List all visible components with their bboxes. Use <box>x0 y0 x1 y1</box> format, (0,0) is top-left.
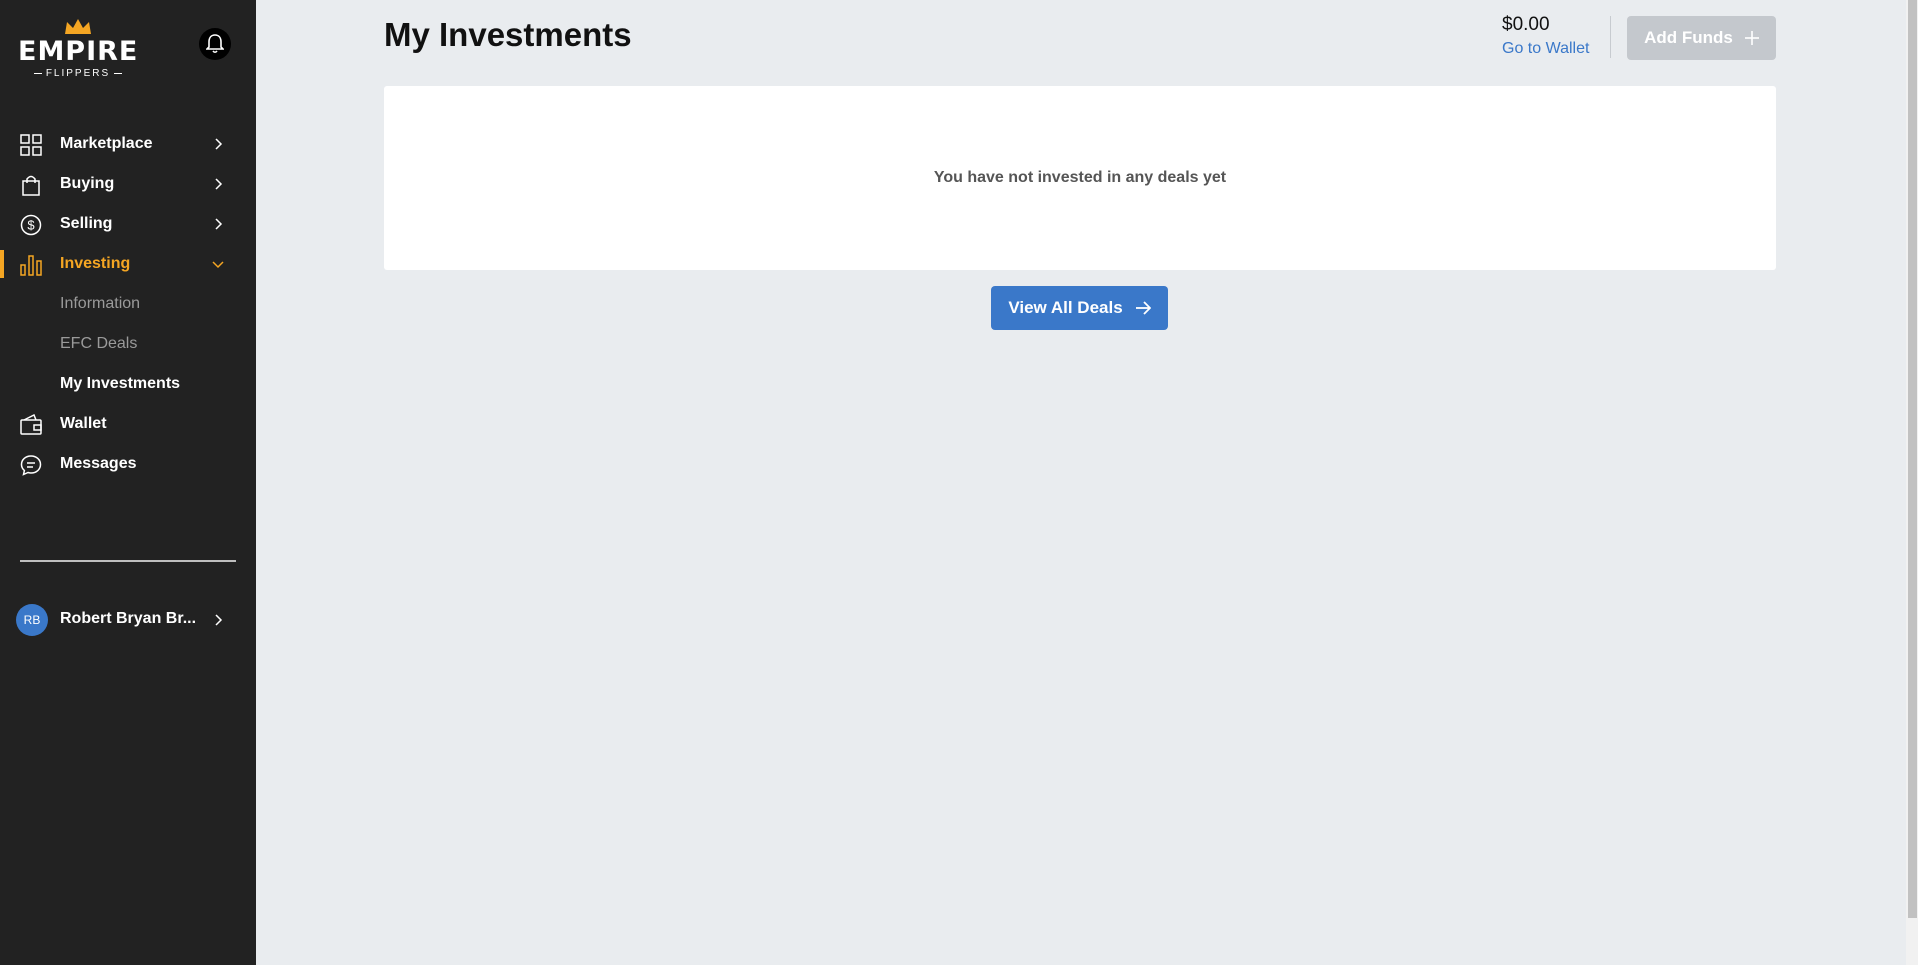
sidebar-item-selling[interactable]: $ Selling <box>0 204 256 244</box>
svg-text:$: $ <box>27 218 35 233</box>
wallet-icon <box>20 414 42 435</box>
crown-icon <box>65 19 91 34</box>
user-name: Robert Bryan Br... <box>60 610 197 627</box>
page-title: My Investments <box>384 16 632 53</box>
plus-icon <box>1744 31 1759 45</box>
view-all-deals-label: View All Deals <box>1008 298 1123 317</box>
sidebar-item-label: Buying <box>60 175 115 192</box>
wallet-balance: $0.00 <box>1502 14 1550 35</box>
logo-wordmark: EMPIRE <box>18 36 139 67</box>
sidebar-divider <box>20 560 236 562</box>
go-to-wallet-link[interactable]: Go to Wallet <box>1502 40 1589 58</box>
shopping-bag-icon <box>22 175 40 196</box>
chevron-right-icon <box>215 614 223 626</box>
sidebar-item-label: Investing <box>60 255 131 272</box>
page-scrollbar[interactable] <box>1906 0 1918 965</box>
sidebar: EMPIRE FLIPPERS Marketplace Buying $ Sel… <box>0 0 256 965</box>
sidebar-item-label: Wallet <box>60 415 107 432</box>
sidebar-item-messages[interactable]: Messages <box>0 444 256 484</box>
sidebar-item-investing[interactable]: Investing <box>0 244 256 284</box>
sidebar-item-label: Messages <box>60 455 137 472</box>
empire-flippers-logo[interactable]: EMPIRE FLIPPERS <box>18 16 138 84</box>
sidebar-item-wallet[interactable]: Wallet <box>0 404 256 444</box>
investments-empty-card: You have not invested in any deals yet <box>384 86 1776 270</box>
notifications-button[interactable] <box>199 28 231 60</box>
chat-icon <box>20 455 42 476</box>
sidebar-subitem-my-investments[interactable]: My Investments <box>60 375 180 393</box>
sidebar-item-buying[interactable]: Buying <box>0 164 256 204</box>
sidebar-subitem-efc-deals[interactable]: EFC Deals <box>60 335 137 353</box>
chevron-down-icon <box>212 261 224 269</box>
bell-icon <box>206 34 224 54</box>
sidebar-item-label: Selling <box>60 215 113 232</box>
add-funds-button[interactable]: Add Funds <box>1627 16 1776 60</box>
chevron-right-icon <box>215 138 223 150</box>
add-funds-label: Add Funds <box>1644 28 1733 47</box>
arrow-right-icon <box>1135 301 1151 315</box>
sidebar-subitem-information[interactable]: Information <box>60 295 140 313</box>
chevron-right-icon <box>215 178 223 190</box>
sidebar-item-label: Marketplace <box>60 135 153 152</box>
scrollbar-thumb[interactable] <box>1908 0 1917 918</box>
avatar: RB <box>16 604 48 636</box>
empty-state-message: You have not invested in any deals yet <box>933 169 1227 186</box>
dollar-circle-icon: $ <box>20 214 42 236</box>
view-all-deals-button[interactable]: View All Deals <box>991 286 1168 330</box>
chevron-right-icon <box>215 218 223 230</box>
header-divider <box>1610 16 1611 58</box>
bar-chart-icon <box>20 255 42 276</box>
logo-tagline: FLIPPERS <box>18 68 138 79</box>
user-menu[interactable]: RB Robert Bryan Br... <box>0 600 256 640</box>
grid-icon <box>20 134 42 156</box>
sidebar-item-marketplace[interactable]: Marketplace <box>0 124 256 164</box>
